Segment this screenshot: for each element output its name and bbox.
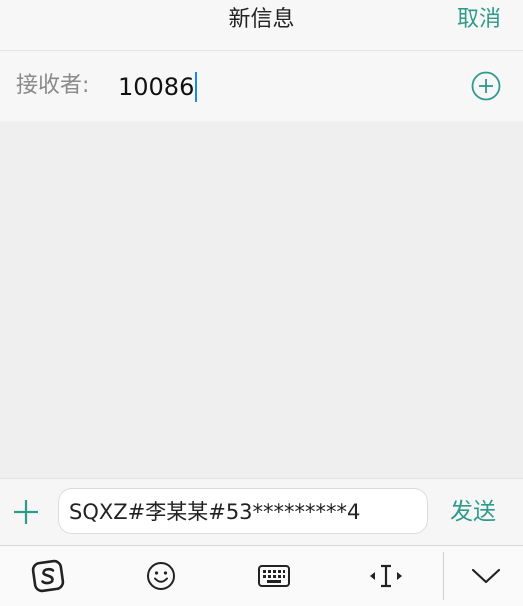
chevron-down-icon (471, 568, 501, 584)
message-thread-area (0, 122, 523, 478)
message-input[interactable]: SQXZ#李某某#53*********4 (58, 488, 428, 534)
compose-bar: SQXZ#李某某#53*********4 发送 (0, 478, 523, 545)
attach-button[interactable] (10, 496, 42, 528)
message-text: SQXZ#李某某#53*********4 (69, 500, 361, 524)
recipient-row: 接收者: 10086 (0, 51, 523, 121)
page-title: 新信息 (228, 7, 295, 32)
cursor-move-icon (370, 564, 402, 588)
plus-icon (14, 500, 38, 524)
recipient-value: 10086 (118, 73, 195, 101)
keyboard-toolbar (0, 545, 523, 606)
navigation-bar: 新信息 取消 (0, 0, 523, 51)
send-button[interactable]: 发送 (450, 479, 496, 545)
plus-circle-icon (471, 71, 501, 101)
sogou-input-button[interactable] (28, 546, 68, 606)
emoji-icon (147, 562, 175, 590)
sogou-input-icon (31, 559, 65, 593)
recipient-label: 接收者: (16, 73, 90, 98)
keyboard-icon (258, 565, 290, 587)
cursor-move-button[interactable] (364, 546, 408, 606)
cancel-button[interactable]: 取消 (457, 0, 501, 40)
keyboard-button[interactable] (252, 546, 296, 606)
add-contact-button[interactable] (471, 71, 501, 101)
toolbar-divider (443, 552, 444, 600)
collapse-keyboard-button[interactable] (464, 546, 508, 606)
emoji-button[interactable] (141, 546, 181, 606)
text-caret (195, 72, 198, 102)
recipient-field[interactable]: 10086 (118, 70, 198, 104)
